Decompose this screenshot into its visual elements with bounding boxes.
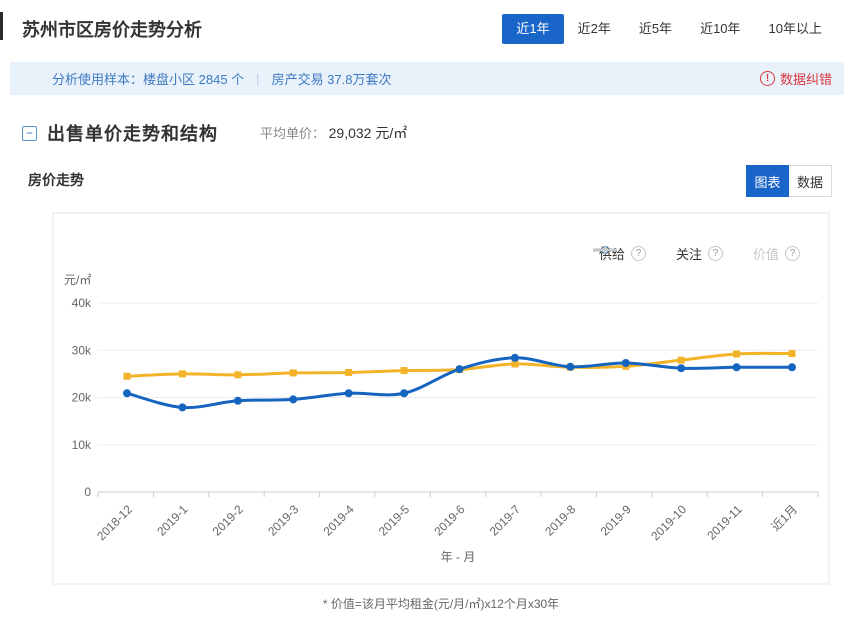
svg-text:2019-6: 2019-6 [431,502,468,539]
view-toggle: 图表 数据 [746,165,832,197]
legend-marker-icon [593,244,617,256]
svg-text:0: 0 [84,485,91,499]
section-header: − 出售单价走势和结构 平均单价： 29,032 元/㎡ [22,120,407,146]
sample-transactions: 房产交易 37.8万套次 [272,69,392,88]
legend-label: 价值 [753,244,779,263]
series-line-供给 [124,350,796,380]
correction-label: 数据纠错 [780,69,832,88]
svg-text:2019-1: 2019-1 [154,502,191,539]
price-trend-chart: 010k20k30k40k2018-122019-12019-22019-320… [54,214,828,583]
grid-lines [98,303,818,492]
sample-communities: 楼盘小区 2845 个 [143,69,244,88]
svg-text:2019-11: 2019-11 [704,502,745,543]
x-axis-title: 年 - 月 [441,550,476,564]
period-tab-5y[interactable]: 近5年 [625,14,686,44]
chart-footnote: * 价值=该月平均租金(元/月/㎡)x12个月x30年 [52,595,830,612]
svg-text:2019-5: 2019-5 [376,502,413,539]
collapse-icon[interactable]: − [22,126,37,141]
page-container: 苏州市区房价走势分析 近1年 近2年 近5年 近10年 10年以上 分析使用样本… [0,0,852,618]
svg-text:2019-3: 2019-3 [265,502,302,539]
legend-label: 关注 [676,244,702,263]
svg-text:2019-7: 2019-7 [487,502,524,539]
y-axis-labels: 0 10k 20k 30k 40k [72,296,92,499]
sample-label: 分析使用样本： [52,69,143,88]
series-line-关注 [123,354,796,412]
period-tab-10y-plus[interactable]: 10年以上 [755,14,836,44]
period-tab-2y[interactable]: 近2年 [564,14,625,44]
title-accent-bar [0,12,3,40]
svg-text:30k: 30k [72,343,92,357]
help-icon[interactable]: ? [708,246,723,261]
view-toggle-data[interactable]: 数据 [789,165,832,197]
help-icon[interactable]: ? [631,246,646,261]
svg-text:10k: 10k [72,438,92,452]
help-icon[interactable]: ? [785,246,800,261]
legend-item-价值[interactable]: 价值? [747,244,800,263]
svg-text:近1月: 近1月 [769,502,801,534]
section-title: 出售单价走势和结构 [47,120,218,146]
avg-price-value: 29,032 元/㎡ [329,125,408,141]
avg-price-label: 平均单价： [260,126,325,141]
svg-text:2018-12: 2018-12 [94,502,135,543]
svg-text:2019-10: 2019-10 [648,502,689,543]
data-correction-link[interactable]: ! 数据纠错 [760,69,832,88]
period-tab-10y[interactable]: 近10年 [686,14,754,44]
x-axis-labels: 2018-12 2019-1 2019-2 2019-3 2019-4 2019-5 201… [94,502,800,543]
svg-text:40k: 40k [72,296,92,310]
chart-legend: 供给?关注?价值? [593,244,800,263]
legend-item-关注[interactable]: 关注? [670,244,723,263]
svg-text:2019-9: 2019-9 [598,502,635,539]
svg-text:2019-2: 2019-2 [210,502,247,539]
avg-price: 平均单价： 29,032 元/㎡ [260,123,407,143]
y-axis-unit-label: 元/㎡ [64,273,91,287]
sample-divider: | [256,71,259,86]
period-tabs: 近1年 近2年 近5年 近10年 10年以上 [502,14,836,44]
view-toggle-chart[interactable]: 图表 [746,165,789,197]
svg-text:2019-4: 2019-4 [320,502,357,539]
page-title: 苏州市区房价走势分析 [22,16,202,42]
svg-text:20k: 20k [72,391,92,405]
price-trend-chart-panel: 010k20k30k40k2018-122019-12019-22019-320… [52,212,830,585]
period-tab-1y[interactable]: 近1年 [502,14,563,44]
x-axis-ticks [98,492,818,497]
chart-title: 房价走势 [28,170,84,190]
sample-info-bar: 分析使用样本： 楼盘小区 2845 个 | 房产交易 37.8万套次 ! 数据纠… [10,62,844,95]
svg-text:2019-8: 2019-8 [542,502,579,539]
error-report-icon: ! [760,71,775,86]
